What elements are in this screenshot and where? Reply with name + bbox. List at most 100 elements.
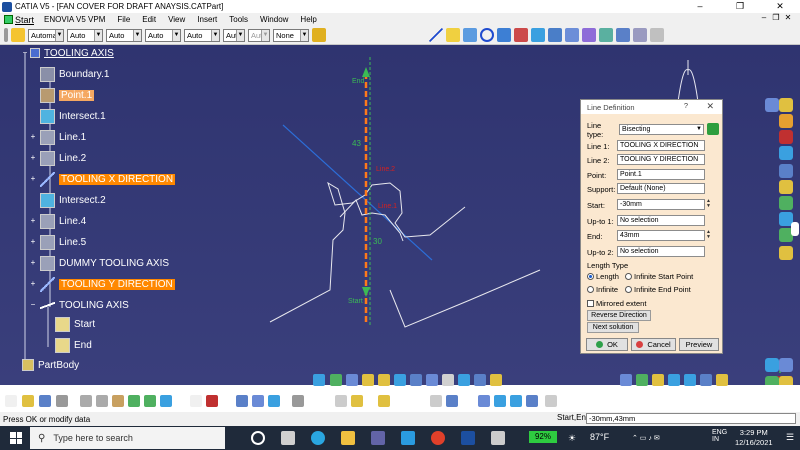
expander-line-4[interactable]: + <box>29 217 37 225</box>
analysis-icon-1[interactable] <box>620 374 632 386</box>
catalog-icon[interactable] <box>236 395 248 407</box>
view-toolbar-icon-1[interactable] <box>494 395 506 407</box>
color-combo[interactable]: Automa ▼ <box>28 28 64 42</box>
tree-item-intersect-1[interactable]: Intersect.1 <box>40 108 106 124</box>
eraser-icon[interactable] <box>545 395 557 407</box>
preview-button[interactable]: Preview <box>679 338 719 351</box>
battery-indicator[interactable]: 92% <box>529 431 557 443</box>
sheet-icon[interactable] <box>268 395 280 407</box>
hide-show-icon[interactable] <box>458 374 470 386</box>
radio-infinite-start[interactable]: Infinite Start Point <box>625 270 693 282</box>
tree-item-tooling-y-direction[interactable]: TOOLING Y DIRECTION <box>40 276 175 292</box>
copy-icon[interactable] <box>96 395 108 407</box>
weather-temp[interactable]: 87°F <box>590 432 609 442</box>
knowledge-icon[interactable] <box>292 395 304 407</box>
surface-tool-icon[interactable] <box>779 146 793 160</box>
split-icon[interactable] <box>582 28 596 42</box>
expander-tooling-x[interactable]: + <box>29 175 37 183</box>
rib-icon[interactable] <box>779 246 793 260</box>
update-icon[interactable] <box>378 395 390 407</box>
tree-item-tooling-x-direction[interactable]: TOOLING X DIRECTION <box>40 171 176 187</box>
expander-tooling-axis[interactable]: − <box>29 301 37 309</box>
spline-icon[interactable] <box>497 28 511 42</box>
zoom-out-icon[interactable] <box>378 374 390 386</box>
edge-icon[interactable] <box>311 431 325 445</box>
minimize-button[interactable]: – <box>680 0 720 13</box>
point-field[interactable]: Point.1 <box>617 169 705 180</box>
new-icon[interactable] <box>5 395 17 407</box>
windows-start-icon[interactable] <box>10 432 22 444</box>
tree-item-line-4[interactable]: Line.4 <box>40 213 86 229</box>
line-type-select[interactable]: Bisecting ▼ <box>619 124 704 135</box>
view-toolbar-icon-3[interactable] <box>526 395 538 407</box>
menu-tools[interactable]: Tools <box>229 15 248 24</box>
start-field[interactable]: -30mm <box>617 199 705 210</box>
line1-field[interactable]: TOOLING X DIRECTION <box>617 140 705 151</box>
cortana-icon[interactable] <box>251 431 265 445</box>
app-l-icon[interactable] <box>401 431 415 445</box>
projection-icon[interactable] <box>463 28 477 42</box>
tree-item-point-1[interactable]: Point.1 <box>40 87 95 103</box>
extrude-icon[interactable] <box>514 28 528 42</box>
print-icon[interactable] <box>56 395 68 407</box>
expander-line-2[interactable]: + <box>29 154 37 162</box>
expander-tooling-y[interactable]: + <box>29 280 37 288</box>
point-tool-icon[interactable] <box>779 130 793 144</box>
tree-item-boundary-1[interactable]: Boundary.1 <box>40 66 109 82</box>
point-symbol-combo[interactable]: Auto ▼ <box>184 28 220 42</box>
expander-line-5[interactable]: + <box>29 238 37 246</box>
taskbar-search-box[interactable]: ⚲ Type here to search <box>30 427 225 449</box>
swap-space-icon[interactable] <box>474 374 486 386</box>
analysis-icon-6[interactable] <box>700 374 712 386</box>
fill-icon[interactable] <box>548 28 562 42</box>
restore-button[interactable]: ❐ <box>720 0 760 13</box>
layer-combo[interactable]: None ▼ <box>273 28 309 42</box>
tree-item-intersect-2[interactable]: Intersect.2 <box>40 192 106 208</box>
language-indicator[interactable]: ENG IN <box>712 429 727 443</box>
paste-icon[interactable] <box>112 395 124 407</box>
analysis-icon-5[interactable] <box>684 374 696 386</box>
tree-item-tooling-axis[interactable]: TOOLING AXIS <box>40 297 129 313</box>
taskbar-clock[interactable]: 3:29 PM 12/16/2021 <box>735 428 773 448</box>
open-icon[interactable] <box>22 395 34 407</box>
transparency-combo[interactable]: Auto ▼ <box>67 28 103 42</box>
help-button[interactable]: ? <box>684 101 688 110</box>
support-field[interactable]: Default (None) <box>617 183 705 194</box>
dialog-close-button[interactable]: ✕ <box>706 101 714 112</box>
select-icon[interactable] <box>335 395 347 407</box>
join-icon[interactable] <box>565 28 579 42</box>
mail-icon[interactable] <box>491 431 505 445</box>
view-toolbar-icon-2[interactable] <box>510 395 522 407</box>
end-arrow[interactable] <box>362 67 370 77</box>
mirrored-checkbox[interactable]: Mirrored extent <box>587 297 646 309</box>
command-input[interactable]: -30mm,43mm <box>586 413 796 424</box>
radio-infinite[interactable]: Infinite <box>587 283 618 295</box>
upto1-field[interactable]: No selection <box>617 215 705 226</box>
more-tools-icon[interactable] <box>650 28 664 42</box>
rendering-combo[interactable]: Aut ▼ <box>223 28 245 42</box>
table-icon[interactable] <box>252 395 264 407</box>
tree-item-dummy-tooling-axis[interactable]: DUMMY TOOLING AXIS <box>40 255 169 271</box>
start-arrow[interactable] <box>362 287 370 297</box>
tree-item-line-2[interactable]: Line.2 <box>40 150 86 166</box>
analysis-icon-2[interactable] <box>636 374 648 386</box>
pointer-icon[interactable] <box>791 222 799 236</box>
system-tray-icons[interactable]: ⌃ ▭ ♪ ✉ <box>632 434 660 442</box>
circle-icon[interactable] <box>480 28 494 42</box>
weather-icon[interactable]: ☀ <box>568 433 576 444</box>
menu-edit[interactable]: Edit <box>142 15 156 24</box>
measure-icon[interactable] <box>490 374 502 386</box>
tree-item-end[interactable]: End <box>55 337 92 353</box>
menu-start[interactable]: Start <box>4 15 34 25</box>
menu-view[interactable]: View <box>168 15 185 24</box>
menu-insert[interactable]: Insert <box>197 15 217 24</box>
end-spinner[interactable]: ▲ ▼ <box>705 230 712 241</box>
cut-icon[interactable] <box>80 395 92 407</box>
law-icon[interactable] <box>206 395 218 407</box>
filter-icon[interactable] <box>351 395 363 407</box>
start-spinner[interactable]: ▲ ▼ <box>705 199 712 210</box>
end-field[interactable]: 43mm <box>617 230 705 241</box>
tree-item-start[interactable]: Start <box>55 316 95 332</box>
snap-icon[interactable] <box>430 395 442 407</box>
color-picker-icon[interactable] <box>11 28 25 42</box>
